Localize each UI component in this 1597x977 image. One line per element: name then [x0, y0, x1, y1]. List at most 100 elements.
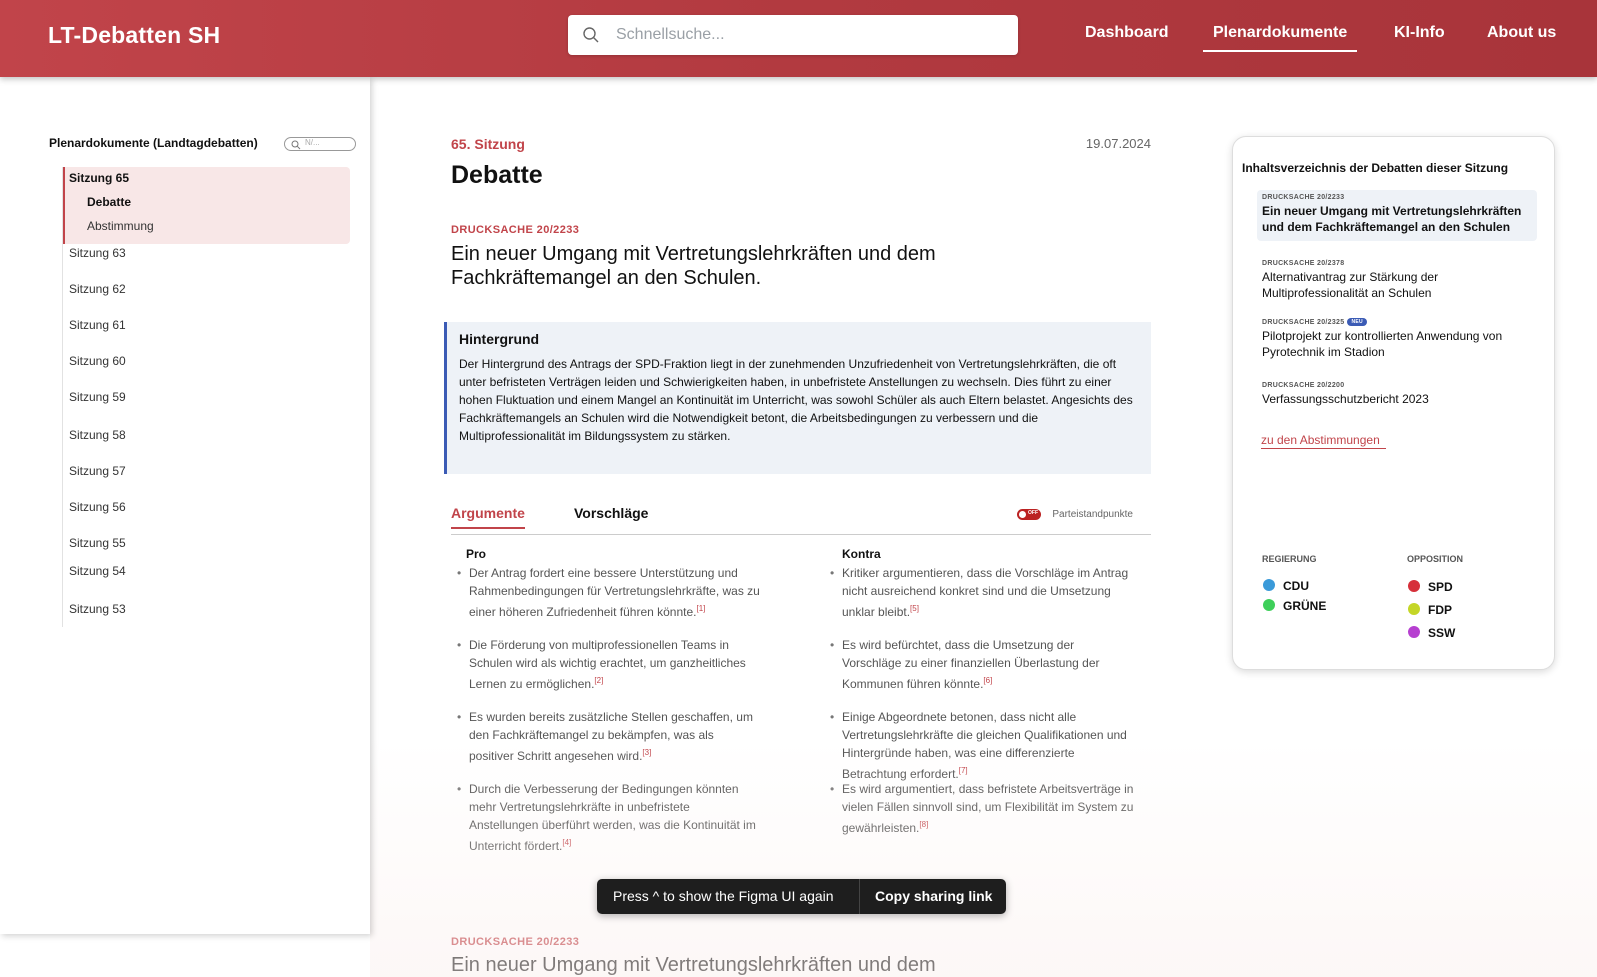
argument-text: Durch die Verbesserung der Bedingungen k… — [469, 782, 756, 853]
sidebar-item-sitzung[interactable]: Sitzung 53 — [69, 602, 126, 616]
party-color-dot — [1263, 599, 1275, 611]
sidebar-item-sitzung[interactable]: Sitzung 59 — [69, 390, 126, 404]
new-badge: NEU — [1347, 318, 1367, 326]
party-name: CDU — [1283, 579, 1309, 593]
argument-text: Einige Abgeordnete betonen, dass nicht a… — [842, 710, 1127, 781]
votes-link[interactable]: zu den Abstimmungen — [1261, 433, 1386, 449]
toc-drucksache: DRUCKSACHE 20/2325 NEU — [1262, 318, 1542, 326]
citation-ref[interactable]: [8] — [919, 820, 928, 829]
tab-vorschlaege[interactable]: Vorschläge — [574, 505, 648, 521]
toc-item-title: Pilotprojekt zur kontrollierten Anwendun… — [1262, 329, 1503, 359]
kontra-argument: Es wird argumentiert, dass befristete Ar… — [824, 780, 1134, 837]
sidebar-item-sitzung[interactable]: Sitzung 63 — [69, 246, 126, 260]
citation-ref[interactable]: [3] — [642, 748, 651, 757]
sidebar-subitem-abstimmung[interactable]: Abstimmung — [87, 219, 154, 233]
citation-ref[interactable]: [1] — [697, 604, 706, 613]
citation-ref[interactable]: [6] — [983, 676, 992, 685]
top-header: LT-Debatten SH Dashboard Plenardokumente… — [0, 0, 1597, 77]
sidebar-item-sitzung[interactable]: Sitzung 61 — [69, 318, 126, 332]
party-name: SSW — [1428, 626, 1456, 640]
search-icon — [583, 27, 599, 43]
quick-search[interactable] — [568, 15, 1018, 55]
sidebar-item-sitzung[interactable]: Sitzung 55 — [69, 536, 126, 550]
copy-link-button[interactable]: Copy sharing link — [875, 888, 992, 904]
argument-text: Kritiker argumentieren, dass die Vorschl… — [842, 566, 1129, 619]
drucksache-label: DRUCKSACHE 20/2233 — [451, 224, 580, 236]
sidebar-item-sitzung[interactable]: Sitzung 54 — [69, 564, 126, 578]
sidebar-item-sitzung[interactable]: Sitzung 56 — [69, 500, 126, 514]
toc-title: Inhaltsverzeichnis der Debatten dieser S… — [1242, 161, 1509, 175]
toc-item-title: Alternativantrag zur Stärkung der Multip… — [1262, 270, 1439, 300]
sidebar-item-sitzung[interactable]: Sitzung 57 — [69, 464, 126, 478]
session-date: 19.07.2024 — [1085, 136, 1151, 151]
background-heading: Hintergrund — [459, 331, 540, 347]
pro-argument: Der Antrag fordert eine bessere Unterstü… — [451, 564, 761, 621]
kontra-argument: Einige Abgeordnete betonen, dass nicht a… — [824, 708, 1134, 783]
argument-text: Es wird befürchtet, dass die Umsetzung d… — [842, 638, 1100, 691]
toc-item[interactable]: DRUCKSACHE 20/2200 Verfassungsschutzberi… — [1262, 382, 1537, 407]
sidebar-subitem-debatte[interactable]: Debatte — [87, 195, 131, 209]
search-input[interactable] — [616, 23, 996, 47]
party-name: SPD — [1428, 580, 1453, 594]
app-logo[interactable]: LT-Debatten SH — [48, 22, 220, 49]
argument-text: Es wurden bereits zusätzliche Stellen ge… — [469, 710, 753, 763]
figma-toast: Press ^ to show the Figma UI again Copy … — [597, 879, 1006, 914]
opposition-heading: OPPOSITION — [1407, 554, 1464, 564]
sidebar-item-sitzung[interactable]: Sitzung 60 — [69, 354, 126, 368]
party-color-dot — [1408, 603, 1420, 615]
toc-item-title: Verfassungsschutzbericht 2023 — [1262, 392, 1429, 406]
next-drucksache-title: Ein neuer Umgang mit Vertretungslehrkräf… — [451, 954, 936, 976]
party-positions-toggle[interactable]: OFF — [1017, 509, 1041, 520]
sidebar-item-sitzung[interactable]: Sitzung 58 — [69, 428, 126, 442]
kontra-argument: Es wird befürchtet, dass die Umsetzung d… — [824, 636, 1134, 693]
toc-item-title: Ein neuer Umgang mit Vertretungslehrkräf… — [1262, 204, 1522, 234]
nav-ki-info[interactable]: KI-Info — [1394, 24, 1445, 42]
regierung-heading: REGIERUNG — [1262, 554, 1317, 564]
toggle-label: Parteistandpunkte — [1052, 509, 1133, 520]
sidebar-filter-input[interactable]: N/... — [284, 137, 356, 151]
toc-item[interactable]: DRUCKSACHE 20/2233 Ein neuer Umgang mit … — [1262, 194, 1537, 235]
argument-tabs: Argumente Vorschläge OFF Parteistandpunk… — [451, 505, 1151, 535]
main-content: 65. Sitzung 19.07.2024 Debatte DRUCKSACH… — [444, 77, 1151, 977]
toast-message: Press ^ to show the Figma UI again — [613, 888, 834, 904]
sidebar-item-sitzung[interactable]: Sitzung 62 — [69, 282, 126, 296]
sidebar-title: Plenardokumente (Landtagdebatten) — [49, 136, 258, 150]
background-box: Hintergrund Der Hintergrund des Antrags … — [444, 322, 1151, 474]
pro-argument: Die Förderung von multiprofessionellen T… — [451, 636, 761, 693]
search-icon — [291, 140, 301, 150]
toc-drucksache-number: DRUCKSACHE 20/2325 — [1262, 318, 1345, 326]
toc-item[interactable]: DRUCKSACHE 20/2378 Alternativantrag zur … — [1262, 260, 1537, 301]
party-color-dot — [1408, 626, 1420, 638]
toc-panel: Inhaltsverzeichnis der Debatten dieser S… — [1232, 136, 1555, 670]
sidebar-item-sitzung-65[interactable]: Sitzung 65 — [69, 171, 129, 185]
sidebar: Plenardokumente (Landtagdebatten) N/... … — [0, 77, 370, 934]
pro-argument: Es wurden bereits zusätzliche Stellen ge… — [451, 708, 761, 765]
argument-text: Der Antrag fordert eine bessere Unterstü… — [469, 566, 760, 619]
citation-ref[interactable]: [7] — [959, 766, 968, 775]
session-label: 65. Sitzung — [451, 136, 525, 152]
party-color-dot — [1263, 579, 1275, 591]
drucksache-title: Ein neuer Umgang mit Vertretungslehrkräf… — [451, 243, 936, 289]
background-text: Der Hintergrund des Antrags der SPD-Frak… — [459, 357, 1133, 443]
toc-item[interactable]: DRUCKSACHE 20/2325 NEU Pilotprojekt zur k… — [1262, 318, 1542, 360]
pro-argument: Durch die Verbesserung der Bedingungen k… — [451, 780, 761, 855]
party-name: GRÜNE — [1283, 599, 1327, 613]
tab-argumente[interactable]: Argumente — [451, 505, 525, 529]
citation-ref[interactable]: [5] — [910, 604, 919, 613]
kontra-argument: Kritiker argumentieren, dass die Vorschl… — [824, 564, 1134, 621]
nav-about-us[interactable]: About us — [1487, 24, 1556, 42]
citation-ref[interactable]: [4] — [562, 838, 571, 847]
toggle-state: OFF — [1028, 510, 1038, 516]
nav-dashboard[interactable]: Dashboard — [1085, 24, 1169, 42]
toc-drucksache: DRUCKSACHE 20/2233 — [1262, 194, 1345, 201]
citation-ref[interactable]: [2] — [594, 676, 603, 685]
next-drucksache-label: DRUCKSACHE 20/2233 — [451, 936, 580, 948]
toast-divider — [859, 879, 860, 914]
argument-text: Die Förderung von multiprofessionellen T… — [469, 638, 746, 691]
session-list: Sitzung 65 Debatte Abstimmung Sitzung 63… — [62, 167, 352, 627]
nav-plenardokumente[interactable]: Plenardokumente — [1203, 24, 1358, 52]
argument-text: Es wird argumentiert, dass befristete Ar… — [842, 782, 1134, 835]
toc-drucksache: DRUCKSACHE 20/2378 — [1262, 260, 1345, 267]
pro-heading: Pro — [466, 547, 487, 561]
party-name: FDP — [1428, 603, 1452, 617]
